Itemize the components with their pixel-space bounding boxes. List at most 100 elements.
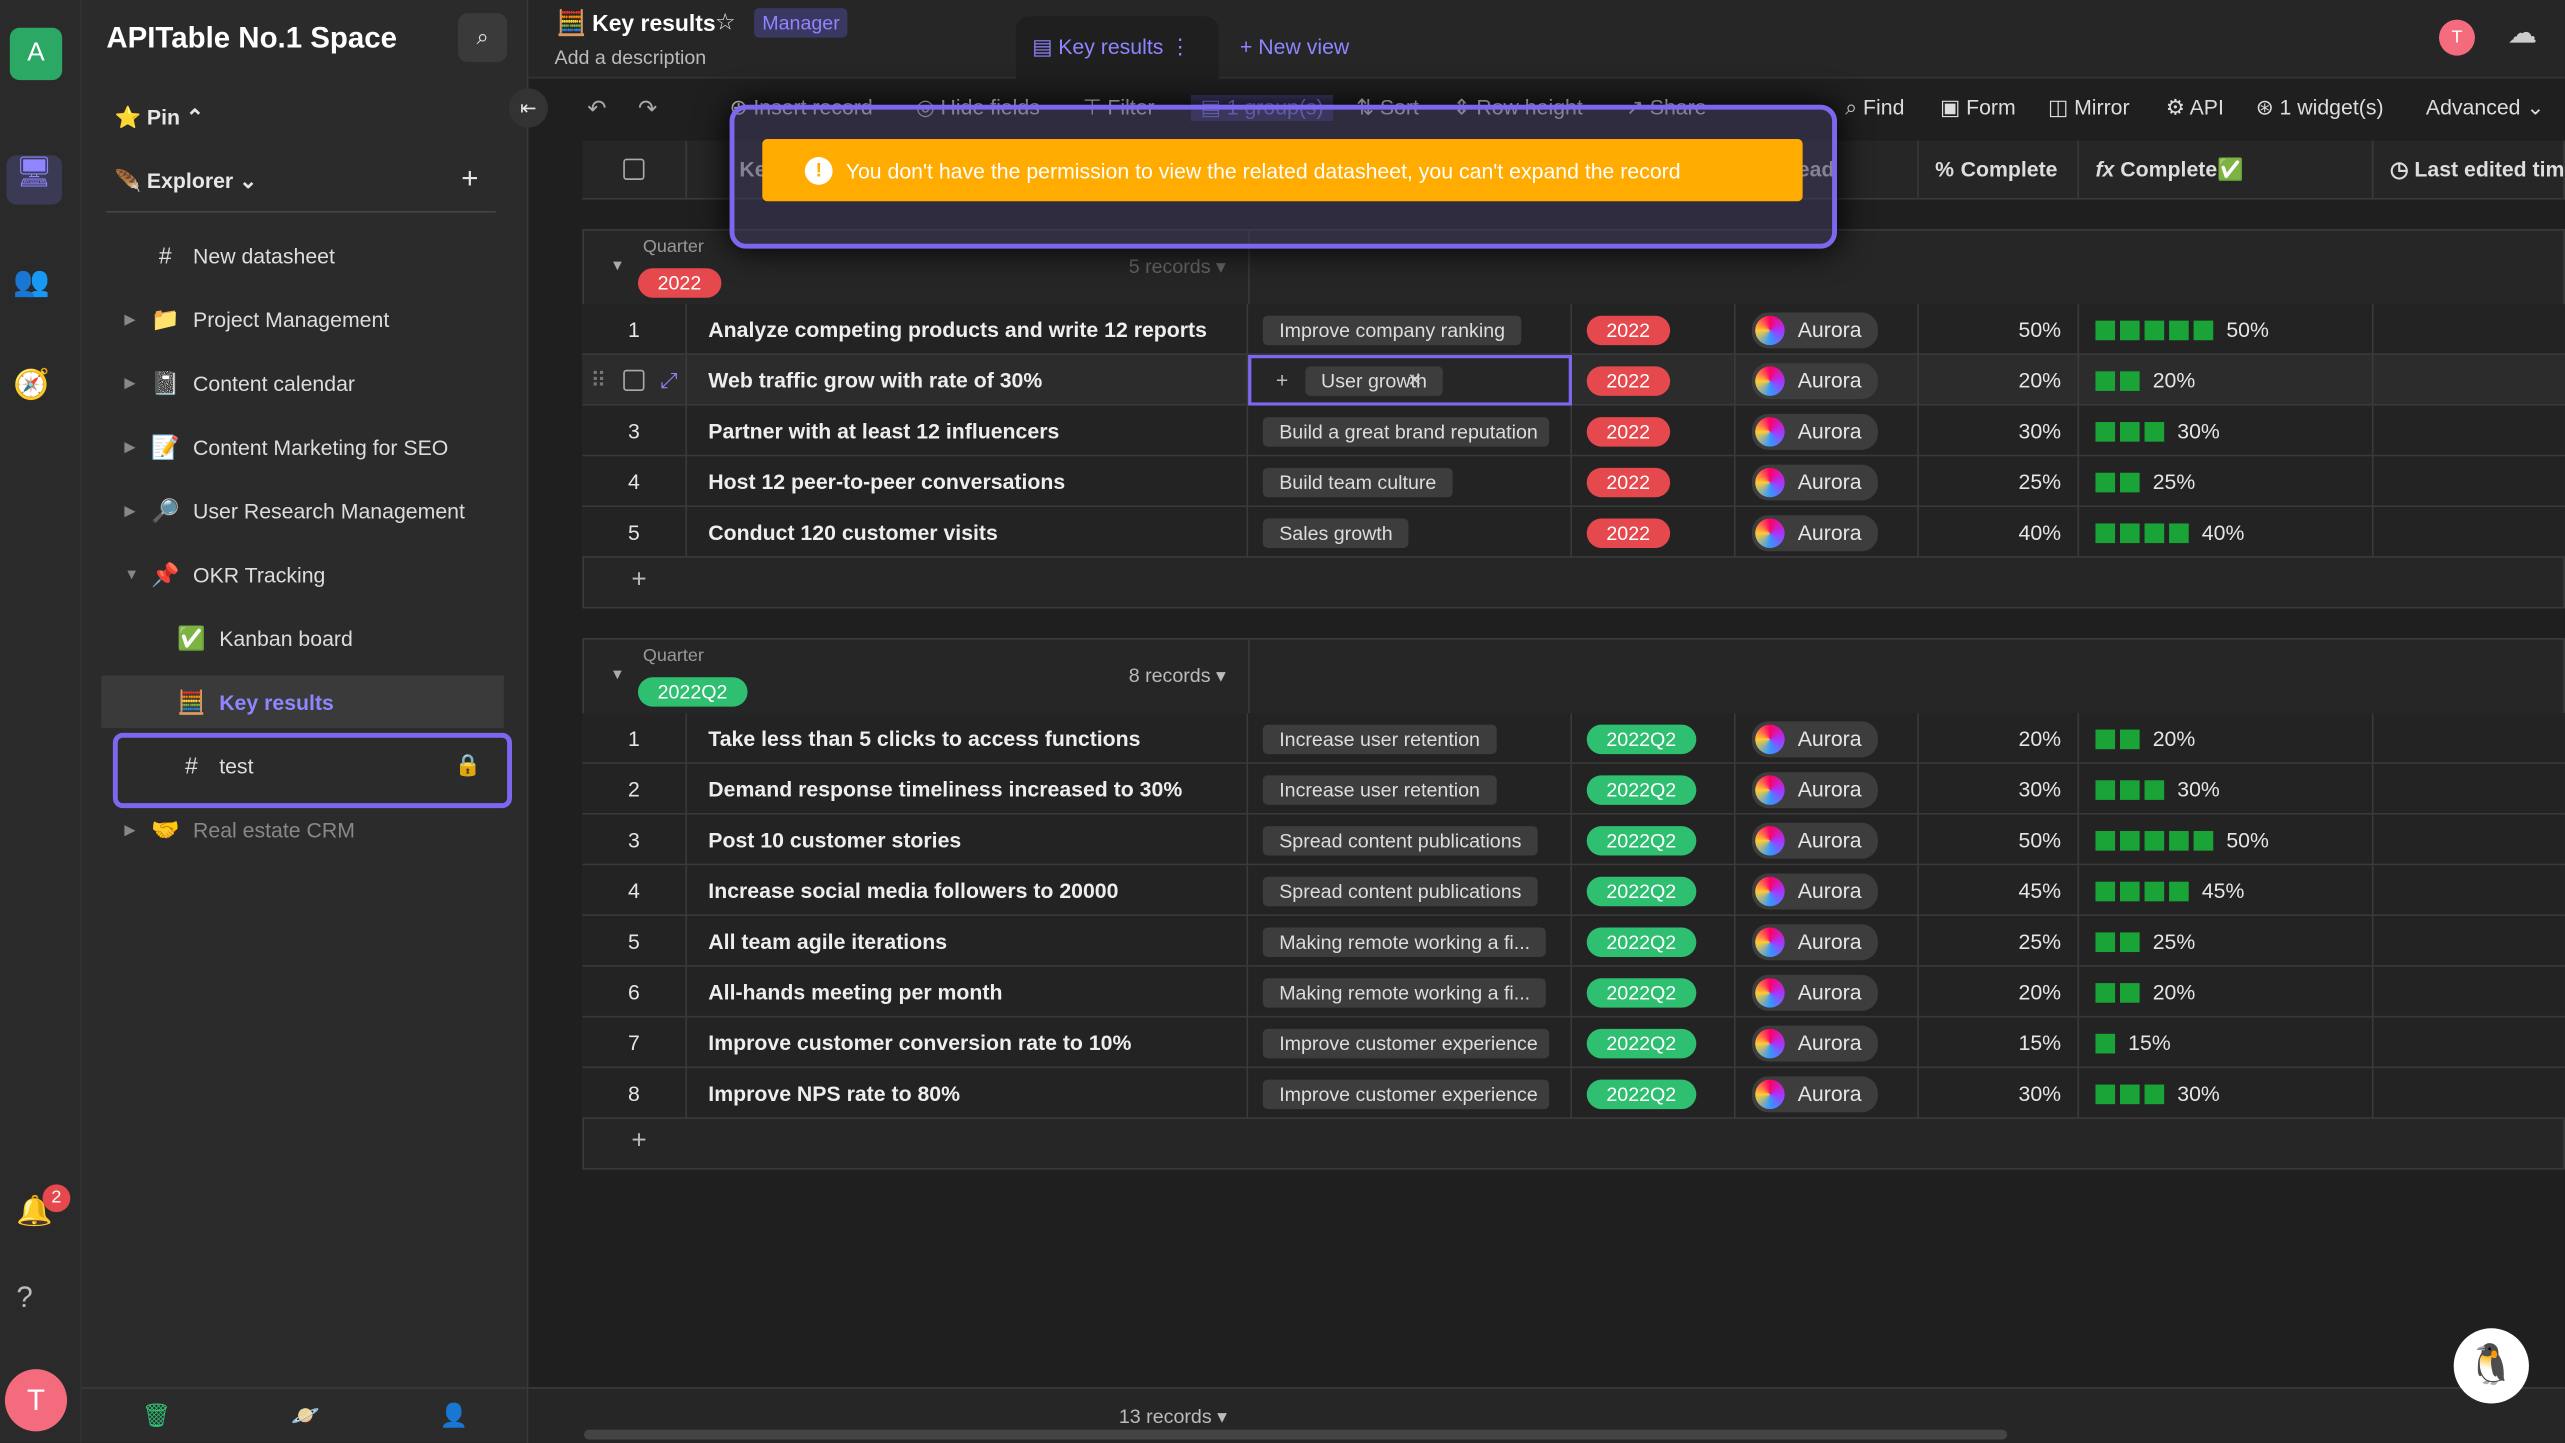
- key-result-cell[interactable]: Improve NPS rate to 80%: [687, 1068, 1249, 1119]
- objective-cell[interactable]: Making remote working a fi...: [1248, 916, 1573, 967]
- lead-cell[interactable]: Aurora: [1736, 713, 1919, 764]
- group-collapse-icon[interactable]: ▼: [610, 666, 625, 682]
- table-row[interactable]: 5 All team agile iterations Making remot…: [582, 916, 2565, 967]
- invite-icon[interactable]: 👤: [440, 1402, 469, 1430]
- sidebar-item[interactable]: ▶ 🤝 Real estate CRM: [101, 803, 503, 855]
- formula-progress-cell[interactable]: 20%: [2079, 713, 2374, 764]
- user-avatar[interactable]: T: [4, 1369, 68, 1432]
- formula-progress-cell[interactable]: 50%: [2079, 814, 2374, 866]
- row-number[interactable]: 6: [582, 966, 688, 1018]
- key-result-cell[interactable]: Host 12 peer-to-peer conversations: [687, 456, 1249, 508]
- pin-section[interactable]: ⭐ Pin ⌃: [115, 105, 204, 131]
- table-row[interactable]: 3 Partner with at least 12 influencers B…: [582, 405, 2565, 457]
- objective-cell[interactable]: Build a great brand reputation: [1248, 405, 1573, 457]
- expand-caret-icon[interactable]: ▶: [124, 438, 147, 456]
- quarter-cell[interactable]: 2022Q2: [1572, 763, 1736, 815]
- trash-icon[interactable]: 🗑: [142, 1402, 171, 1430]
- drag-handle-icon[interactable]: ⠿: [591, 367, 607, 393]
- table-row[interactable]: 3 Post 10 customer stories Spread conten…: [582, 814, 2565, 866]
- workbench-icon[interactable]: 🖥: [6, 155, 63, 205]
- quarter-cell[interactable]: 2022Q2: [1572, 814, 1736, 866]
- space-avatar[interactable]: A: [9, 27, 63, 81]
- row-number[interactable]: 1: [582, 304, 688, 355]
- objective-cell[interactable]: Improve customer experience: [1248, 1068, 1573, 1119]
- toolbar-button[interactable]: Advanced ⌄: [2426, 95, 2544, 121]
- sidebar-item[interactable]: ▶ 📓 Content calendar: [101, 357, 503, 409]
- templates-icon[interactable]: 🧭: [13, 368, 50, 402]
- quarter-cell[interactable]: 2022: [1572, 354, 1736, 406]
- lead-cell[interactable]: Aurora: [1736, 1068, 1919, 1119]
- last-edited-cell[interactable]: [2374, 713, 2565, 764]
- last-edited-cell[interactable]: [2374, 1068, 2565, 1119]
- table-row[interactable]: 4 Increase social media followers to 200…: [582, 865, 2565, 917]
- table-row[interactable]: 1 Analyze competing products and write 1…: [582, 304, 2565, 355]
- last-edited-cell[interactable]: [2374, 456, 2565, 507]
- star-icon[interactable]: ☆: [715, 8, 736, 36]
- datasheet-title[interactable]: Key results: [592, 10, 715, 36]
- key-result-cell[interactable]: Take less than 5 clicks to access functi…: [687, 713, 1249, 764]
- quarter-cell[interactable]: 2022Q2: [1572, 916, 1736, 967]
- objective-cell[interactable]: Increase user retention: [1248, 763, 1573, 815]
- percent-cell[interactable]: 40%: [1919, 507, 2080, 558]
- row-number[interactable]: 8: [582, 1068, 688, 1119]
- objective-cell[interactable]: Spread content publications: [1248, 814, 1573, 866]
- lead-cell[interactable]: Aurora: [1736, 405, 1919, 457]
- formula-progress-cell[interactable]: 25%: [2079, 916, 2374, 967]
- lead-cell[interactable]: Aurora: [1736, 916, 1919, 967]
- lead-cell[interactable]: Aurora: [1736, 304, 1919, 355]
- sidebar-item[interactable]: 🧮 Key results: [101, 675, 504, 728]
- expand-caret-icon[interactable]: ▶: [124, 820, 147, 838]
- undo-icon[interactable]: ↶: [587, 95, 606, 123]
- add-record-button[interactable]: +: [631, 1127, 646, 1156]
- formula-progress-cell[interactable]: 50%: [2079, 304, 2374, 355]
- formula-progress-cell[interactable]: 40%: [2079, 507, 2374, 558]
- sidebar-item[interactable]: ▼ 📌 OKR Tracking: [101, 548, 503, 600]
- key-result-cell[interactable]: All team agile iterations: [687, 916, 1249, 967]
- row-number[interactable]: 5: [582, 507, 688, 558]
- lead-cell[interactable]: Aurora: [1736, 456, 1919, 508]
- objective-cell[interactable]: + User growth ✕: [1248, 354, 1573, 406]
- explore-icon[interactable]: 🪐: [291, 1402, 320, 1430]
- percent-cell[interactable]: 20%: [1919, 354, 2080, 406]
- formula-progress-cell[interactable]: 20%: [2079, 966, 2374, 1018]
- tab-key-results[interactable]: ▤ Key results ⋮: [1015, 16, 1219, 79]
- search-icon[interactable]: ⌕: [458, 13, 508, 63]
- objective-cell[interactable]: Spread content publications: [1248, 865, 1573, 917]
- quarter-cell[interactable]: 2022: [1572, 304, 1736, 355]
- percent-cell[interactable]: 25%: [1919, 916, 2080, 967]
- toolbar-button[interactable]: ⚙ API: [2166, 95, 2224, 121]
- redo-icon[interactable]: ↷: [638, 95, 657, 123]
- horizontal-scrollbar[interactable]: [583, 1429, 2008, 1440]
- record-count[interactable]: 13 records ▾: [1119, 1405, 1227, 1428]
- last-edited-cell[interactable]: [2374, 916, 2565, 967]
- formula-progress-cell[interactable]: 30%: [2079, 405, 2374, 457]
- members-icon[interactable]: 👥: [13, 265, 50, 299]
- collapse-sidebar-icon[interactable]: ⇤: [508, 88, 548, 128]
- key-result-cell[interactable]: Demand response timeliness increased to …: [687, 763, 1249, 815]
- formula-progress-cell[interactable]: 30%: [2079, 1068, 2374, 1119]
- objective-cell[interactable]: Sales growth: [1248, 507, 1573, 558]
- sidebar-item[interactable]: ▶ 📁 Project Management: [101, 293, 503, 345]
- table-row[interactable]: 4 Host 12 peer-to-peer conversations Bui…: [582, 456, 2565, 508]
- toolbar-button[interactable]: ⌕ Find: [1845, 95, 1904, 121]
- expand-caret-icon[interactable]: ▶: [124, 310, 147, 328]
- lead-cell[interactable]: Aurora: [1736, 814, 1919, 866]
- objective-tag[interactable]: User growth: [1304, 365, 1444, 396]
- key-result-cell[interactable]: Conduct 120 customer visits: [687, 507, 1249, 558]
- last-edited-cell[interactable]: [2374, 764, 2565, 815]
- column-header-percent-complete[interactable]: % Complete: [1918, 140, 2080, 200]
- add-node-icon[interactable]: +: [461, 162, 478, 196]
- row-number[interactable]: 3: [582, 814, 688, 866]
- help-icon[interactable]: ?: [16, 1281, 32, 1315]
- table-row[interactable]: 8 Improve NPS rate to 80% Improve custom…: [582, 1068, 2565, 1119]
- description-field[interactable]: Add a description: [555, 46, 707, 69]
- quarter-cell[interactable]: 2022Q2: [1572, 713, 1736, 764]
- expand-caret-icon[interactable]: ▼: [124, 566, 147, 582]
- percent-cell[interactable]: 30%: [1919, 405, 2080, 457]
- last-edited-cell[interactable]: [2374, 406, 2565, 457]
- percent-cell[interactable]: 20%: [1919, 713, 2080, 764]
- row-number[interactable]: 7: [582, 1017, 688, 1069]
- percent-cell[interactable]: 20%: [1919, 966, 2080, 1018]
- table-row[interactable]: 1 Take less than 5 clicks to access func…: [582, 713, 2565, 764]
- quarter-cell[interactable]: 2022Q2: [1572, 1017, 1736, 1069]
